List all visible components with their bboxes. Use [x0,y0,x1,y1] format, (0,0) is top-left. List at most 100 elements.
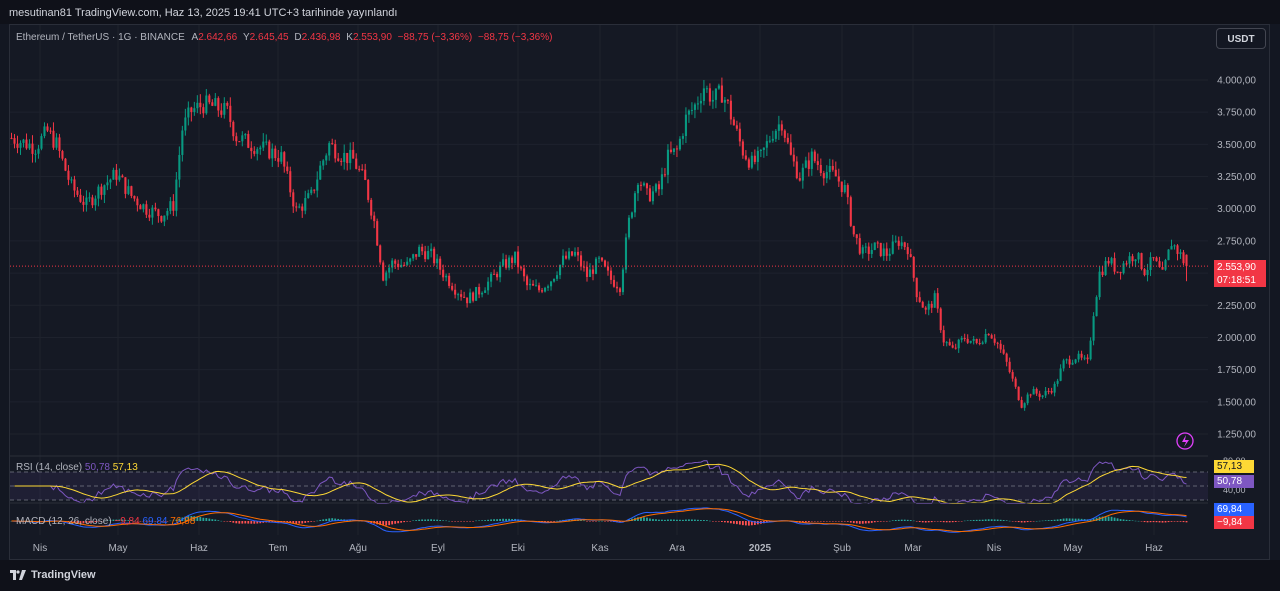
macd-histogram-bar [900,519,903,521]
currency-button[interactable]: USDT [1216,28,1266,49]
macd-histogram-bar [409,521,412,522]
candle-body [651,191,655,202]
candle-body [1083,357,1086,359]
macd-histogram-bar [433,519,436,521]
macd-histogram-bar [1164,521,1167,523]
macd-label[interactable]: MACD (12, 26, close) [16,516,112,527]
candle-body [981,342,984,344]
macd-histogram-bar [912,520,915,522]
candle-body [247,134,250,148]
candle-body [699,100,702,104]
candle-body [379,245,382,263]
candle-body [343,152,346,162]
macd-histogram-bar [1182,521,1185,523]
candle-body [546,286,550,288]
brand-logo[interactable]: TradingView [10,569,96,581]
candle-body [1095,297,1098,317]
candle-body [747,159,750,168]
macd-histogram-bar [726,521,729,523]
candle-body [627,217,631,238]
candle-body [364,169,367,180]
macd-histogram-bar [595,521,597,522]
candle-body [1137,253,1140,260]
candle-body [319,165,322,180]
time-tick-label: Nis [33,543,47,554]
candle-body [157,209,160,217]
macd-histogram-bar [804,521,807,523]
price-tick-label: 2.750,00 [1217,236,1256,247]
candle-body [543,287,547,292]
candle-body [837,176,840,182]
macd-histogram-bar [484,520,486,521]
candle-body [987,333,990,336]
macd-histogram-bar [1116,518,1119,521]
macd-histogram-bar [960,521,963,522]
candle-body [1170,246,1173,250]
macd-histogram-bar [1167,521,1170,523]
candle-body [993,338,996,343]
price-chart[interactable]: 4.000,00 3.750,00 3.500,00 3.250,00 3.000,00… [0,0,1280,591]
candle-body [190,107,193,113]
macd-histogram-bar [601,520,603,522]
candle-body [666,149,669,175]
rsi-label[interactable]: RSI (14, close) [16,462,82,473]
candle-body [621,269,625,293]
symbol-name[interactable]: Ethereum / TetherUS · 1G · BINANCE [16,32,185,43]
candle-body [675,148,678,150]
macd-histogram-bar [298,521,301,524]
candle-body [43,126,46,137]
time-tick-label: Haz [190,543,208,554]
candle-body [145,204,148,215]
macd-histogram-bar [735,521,738,525]
candle-body [717,85,720,89]
candle-body [1038,393,1041,397]
macd-histogram-bar [604,521,606,522]
candle-body [220,110,223,115]
macd-histogram-bar [966,520,969,521]
candle-body [352,149,355,159]
candle-body [741,141,744,156]
candle-body [639,184,643,186]
candle-body [1065,359,1068,361]
candle-body [475,287,478,301]
candle-body [1107,260,1110,264]
macd-histogram-bar [205,518,208,521]
candle-body [1185,254,1188,267]
candle-body [454,289,457,295]
macd-histogram-bar [691,519,693,521]
candle-body [529,283,532,286]
time-tick-label: Kas [591,543,608,554]
rsi-pane [10,455,1208,505]
price-tick-label: 3.750,00 [1217,108,1256,119]
candle-body [259,147,262,150]
macd-histogram-bar [729,521,732,524]
macd-histogram-bar [469,521,472,522]
rsi-legend: RSI (14, close) 50,78 57,13 [16,462,138,473]
candle-body [1152,257,1155,259]
candle-body [67,170,70,180]
candle-body [1098,271,1101,298]
macd-histogram-bar [1107,516,1110,521]
price-tick-label: 2.250,00 [1217,301,1256,312]
candle-body [636,184,640,194]
candle-body [567,251,571,259]
candle-body [1020,400,1023,408]
time-tick-label: Şub [833,543,851,554]
candle-body [346,152,349,164]
candle-body [361,169,364,171]
macd-histogram-bar [921,521,924,523]
macd-axis-badge-top: 69,84 [1214,503,1254,516]
candle-body [1032,388,1035,395]
macd-histogram-bar [834,521,837,522]
macd-histogram-bar [1005,520,1008,521]
macd-histogram-bar [1140,521,1143,522]
candle-body [876,242,879,244]
macd-histogram-bar [709,520,711,522]
price-tick-label: 1.750,00 [1217,365,1256,376]
candle-body [822,173,825,179]
candle-body [520,267,523,269]
macd-histogram-bar [984,519,987,521]
grid-lines [10,25,1208,535]
candle-body [918,297,921,302]
candle-body [184,117,187,131]
